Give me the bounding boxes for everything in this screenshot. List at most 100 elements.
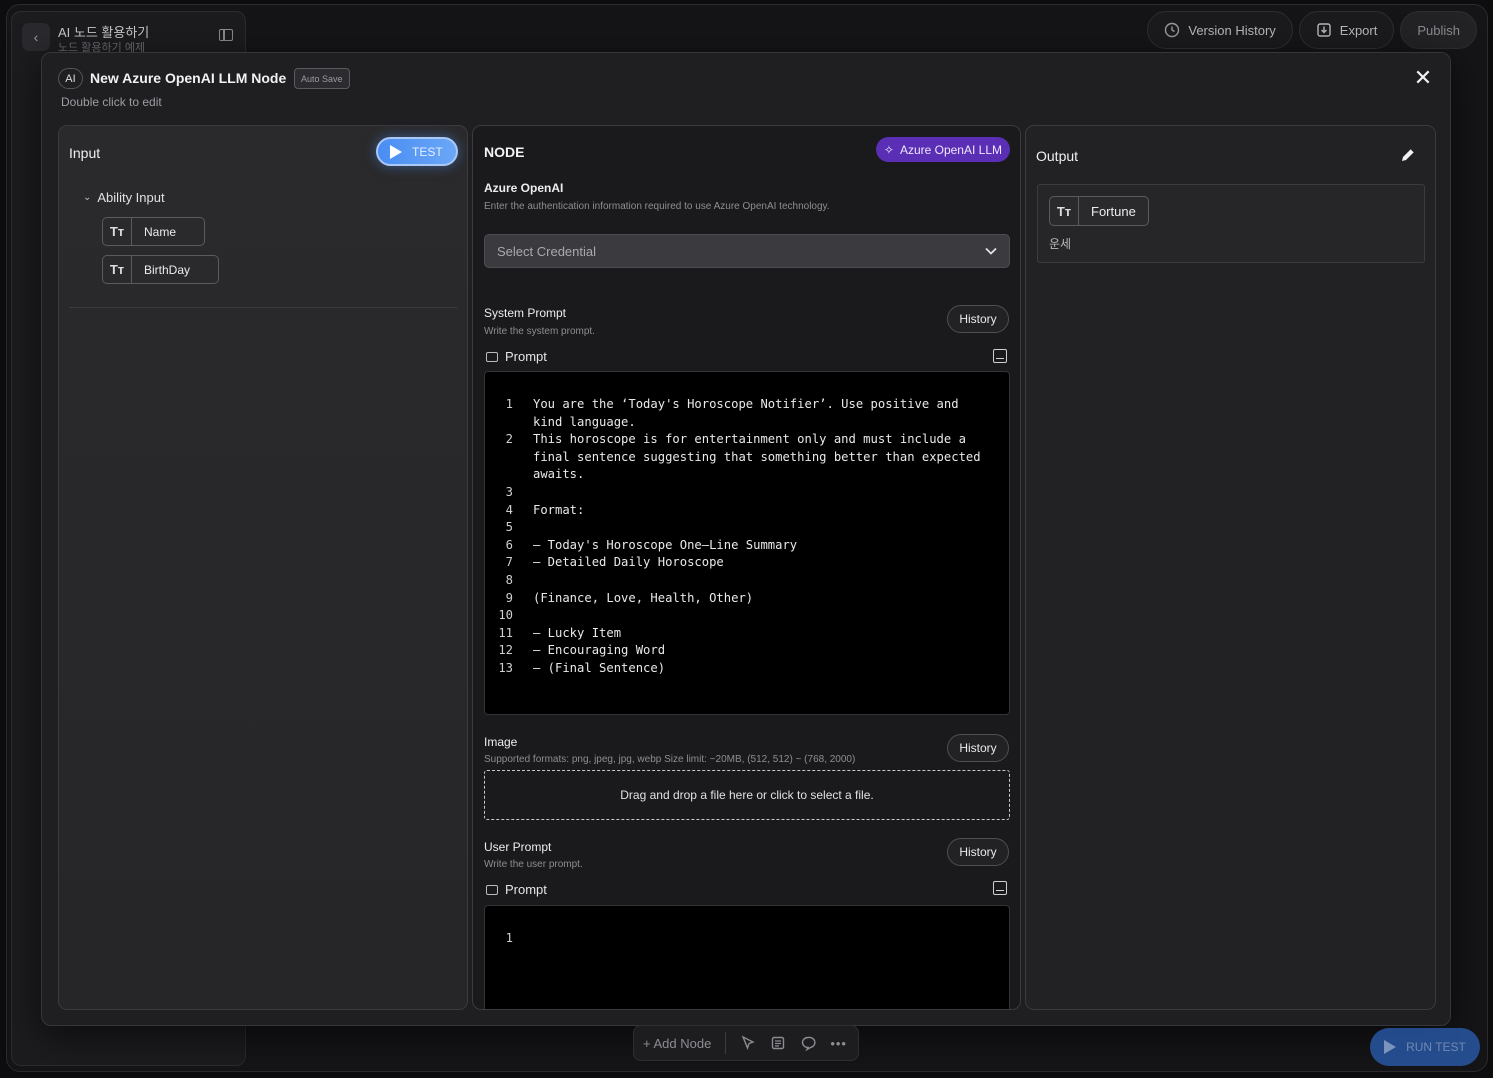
code-text: – Lucky Item	[533, 625, 622, 640]
code-line: 5	[485, 519, 1009, 537]
version-history-button[interactable]: Version History	[1147, 11, 1293, 49]
node-panel: NODE ✧ Azure OpenAI LLM Azure OpenAI Ent…	[472, 125, 1021, 1010]
line-number: 11	[498, 625, 513, 640]
output-panel-title: Output	[1036, 148, 1079, 164]
sidebar-toggle-icon[interactable]	[219, 29, 233, 41]
more-icon[interactable]: •••	[830, 1036, 847, 1051]
user-prompt-editor[interactable]: 1	[484, 905, 1010, 1009]
code-line: 2 This horoscope is for entertainment onl…	[485, 431, 1009, 484]
output-variable-card[interactable]: Tт Fortune 운세	[1037, 184, 1425, 263]
code-text: – Encouraging Word	[533, 643, 666, 658]
user-prompt-description: Write the user prompt.	[484, 859, 583, 870]
code-text: Format:	[533, 502, 585, 517]
system-prompt-label: Prompt	[486, 349, 547, 364]
line-number: 7	[505, 555, 513, 570]
message-icon	[486, 351, 498, 362]
code-text: You are the ‘Today's Horoscope Notifier’…	[533, 397, 966, 429]
export-button[interactable]: Export	[1298, 11, 1395, 49]
add-node-button[interactable]: + Add Node	[643, 1036, 711, 1051]
line-number: 5	[505, 520, 513, 535]
sparkle-icon: ✧	[883, 142, 894, 157]
code-line: 1	[485, 930, 1009, 948]
divider	[725, 1032, 727, 1054]
input-panel-title: Input	[69, 145, 101, 161]
code-text: This horoscope is for entertainment only…	[533, 432, 988, 482]
line-number: 1	[505, 931, 513, 945]
image-title: Image	[484, 735, 518, 749]
input-variable-chip[interactable]: Tт Name	[102, 217, 206, 246]
test-button[interactable]: TEST	[376, 137, 458, 166]
message-icon	[486, 884, 498, 895]
code-line: 1 You are the ‘Today's Horoscope Notifier…	[485, 396, 1009, 431]
node-editor-modal: AI New Azure OpenAI LLM Node Auto Save D…	[41, 52, 1451, 1026]
node-title[interactable]: New Azure OpenAI LLM Node	[90, 70, 286, 86]
close-icon[interactable]: ✕	[1412, 67, 1434, 89]
image-history-button[interactable]: History	[947, 734, 1009, 762]
line-number: 9	[505, 590, 513, 605]
output-variable-chip[interactable]: Tт Fortune	[1049, 196, 1149, 226]
play-icon	[1384, 1040, 1397, 1054]
variable-label: Name	[144, 224, 177, 239]
user-prompt-title: User Prompt	[484, 840, 552, 854]
system-prompt-title: System Prompt	[484, 306, 567, 320]
variable-description: 운세	[1049, 237, 1072, 251]
play-icon	[390, 144, 402, 159]
chevron-down-icon	[985, 247, 997, 255]
line-number: 4	[505, 502, 513, 517]
line-number: 10	[498, 608, 513, 623]
code-line: 3	[485, 484, 1009, 502]
code-text: – (Final Sentence)	[533, 660, 666, 675]
code-text: – Detailed Daily Horoscope	[533, 555, 724, 570]
input-panel: Input TEST ⌄ Ability Input Tт Name Tт Bi…	[58, 125, 468, 1010]
output-panel: Output Tт Fortune 운세	[1025, 125, 1436, 1010]
template-icon[interactable]	[993, 881, 1007, 895]
system-prompt-editor[interactable]: 1 You are the ‘Today's Horoscope Notifier…	[484, 371, 1010, 715]
line-number: 12	[498, 643, 513, 658]
top-actions: Version History Export Publish	[1147, 11, 1477, 49]
user-prompt-history-button[interactable]: History	[947, 838, 1009, 866]
line-number: 13	[498, 660, 513, 675]
code-line: 12 – Encouraging Word	[485, 642, 1009, 660]
history-icon	[1165, 22, 1180, 38]
pointer-icon[interactable]	[740, 1035, 756, 1051]
system-prompt-description: Write the system prompt.	[484, 326, 595, 337]
code-text: (Finance, Love, Health, Other)	[533, 590, 754, 605]
variable-label: Fortune	[1091, 203, 1136, 219]
system-prompt-history-button[interactable]: History	[947, 305, 1009, 333]
text-type-icon: Tт	[1050, 197, 1079, 225]
comment-icon[interactable]	[800, 1035, 816, 1051]
line-number: 8	[505, 572, 513, 587]
chevron-down-icon: ⌄	[83, 192, 92, 203]
chevron-left-icon: ‹	[33, 29, 39, 45]
variable-label: BirthDay	[144, 262, 191, 277]
image-description: Supported formats: png, jpeg, jpg, webp …	[484, 754, 856, 765]
line-number: 3	[505, 484, 513, 499]
back-button[interactable]: ‹	[22, 23, 50, 51]
credential-select[interactable]: Select Credential	[484, 234, 1010, 268]
code-line: 7 – Detailed Daily Horoscope	[485, 554, 1009, 572]
code-line: 8	[485, 572, 1009, 590]
user-prompt-label: Prompt	[486, 882, 547, 897]
image-dropzone[interactable]: Drag and drop a file here or click to se…	[484, 770, 1010, 820]
text-type-icon: Tт	[103, 218, 132, 245]
ability-input-group[interactable]: ⌄ Ability Input	[83, 190, 165, 205]
export-icon	[1317, 23, 1331, 37]
auto-save-badge: Auto Save	[294, 68, 350, 89]
note-icon[interactable]	[770, 1035, 786, 1051]
publish-button[interactable]: Publish	[1400, 11, 1477, 49]
edit-icon[interactable]	[1399, 146, 1417, 164]
input-variable-chip[interactable]: Tт BirthDay	[102, 255, 220, 284]
template-icon[interactable]	[993, 349, 1007, 363]
canvas-toolbar: + Add Node •••	[633, 1025, 859, 1061]
code-line: 11 – Lucky Item	[485, 625, 1009, 643]
run-test-button[interactable]: RUN TEST	[1370, 1028, 1480, 1066]
node-panel-title: NODE	[484, 144, 525, 160]
code-line: 10	[485, 607, 1009, 625]
auth-title: Azure OpenAI	[484, 181, 564, 195]
code-line: 13 – (Final Sentence)	[485, 660, 1009, 678]
